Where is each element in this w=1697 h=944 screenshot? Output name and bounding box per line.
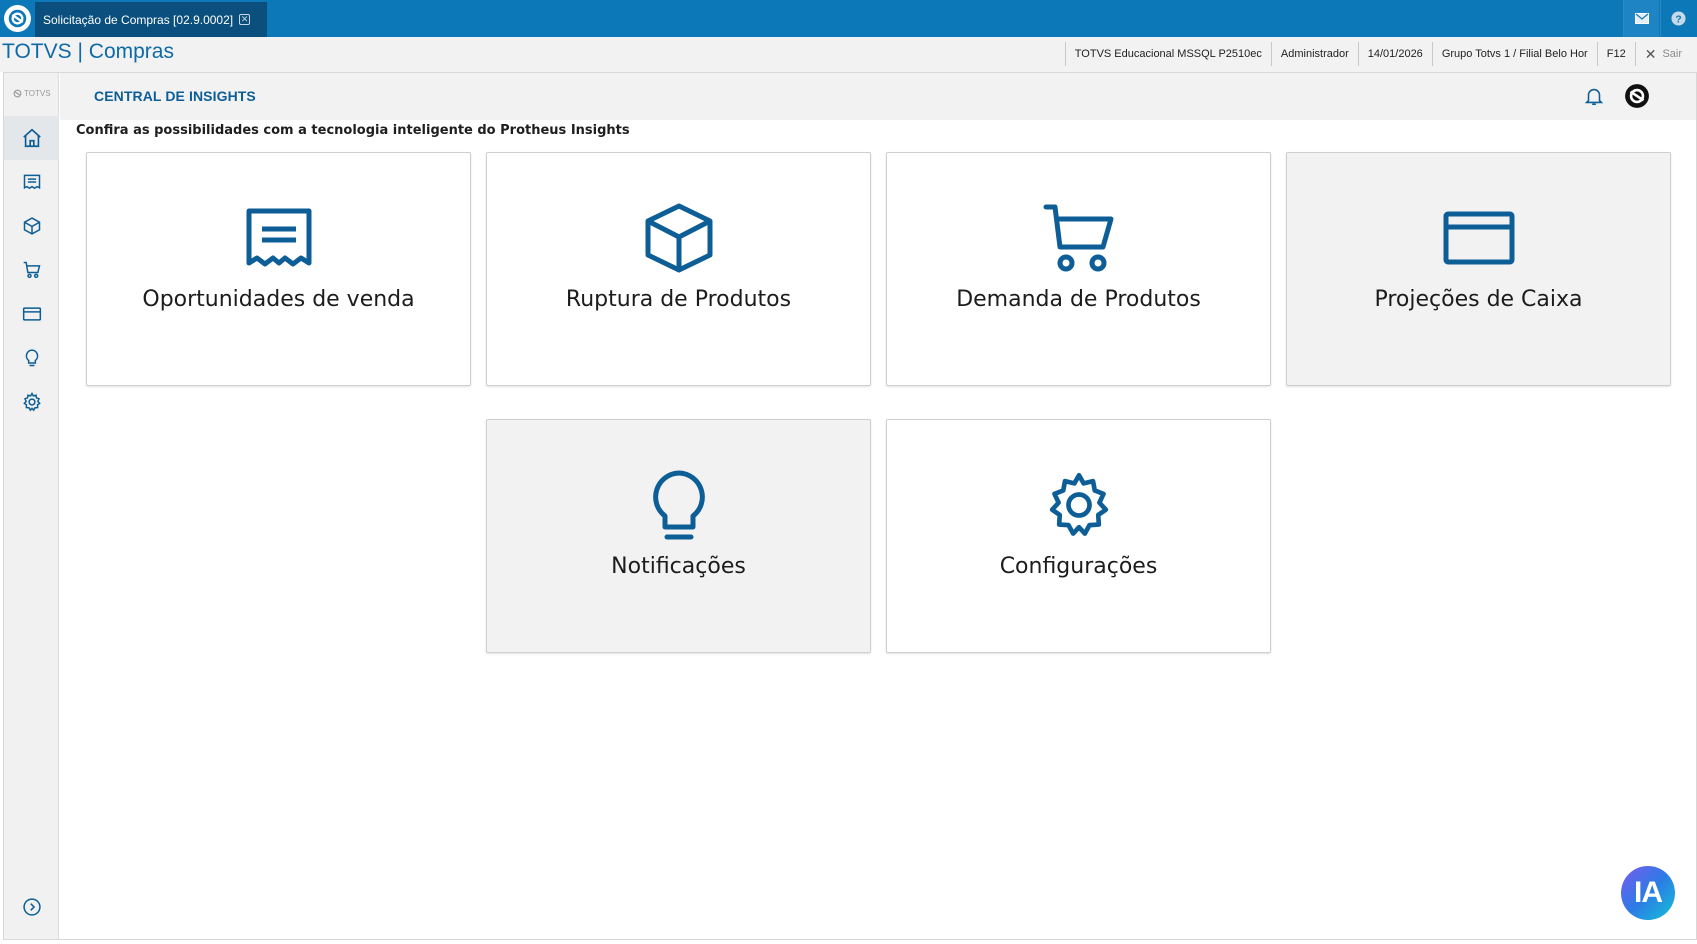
card-label: Projeções de Caixa	[1374, 287, 1583, 312]
page-title: CENTRAL DE INSIGHTS	[94, 88, 256, 104]
brand-name: TOTVS	[2, 40, 72, 63]
close-icon: ✕	[1644, 45, 1657, 62]
shortcut-label[interactable]: F12	[1596, 42, 1635, 66]
exit-button[interactable]: ✕ Sair	[1634, 42, 1691, 66]
card-product-demand[interactable]: Demanda de Produtos	[886, 152, 1271, 386]
receipt-icon	[23, 174, 40, 190]
cart-icon	[1042, 201, 1116, 275]
cart-icon	[23, 261, 40, 279]
app-header: TOTVS | Compras TOTVS Educacional MSSQL …	[0, 37, 1697, 72]
card-label: Configurações	[999, 554, 1158, 579]
sidebar: TOTVS	[4, 73, 59, 939]
brand-separator: |	[77, 40, 83, 63]
sidebar-expand-button[interactable]	[4, 885, 59, 929]
sidebar-item-notifications[interactable]	[4, 336, 59, 380]
exit-label: Sair	[1662, 48, 1682, 60]
lightbulb-icon	[25, 349, 38, 367]
chevron-right-circle-icon	[22, 898, 41, 916]
sidebar-logo: TOTVS	[13, 89, 51, 98]
page-subtitle: Confira as possibilidades com a tecnolog…	[76, 123, 630, 138]
card-label: Oportunidades de venda	[142, 287, 415, 312]
session-info: TOTVS Educacional MSSQL P2510ec Administ…	[1064, 42, 1691, 66]
card-notifications[interactable]: Notificações	[486, 419, 871, 653]
title-bar: Solicitação de Compras [02.9.0002] ✕ ?	[0, 0, 1697, 37]
sidebar-item-products[interactable]	[4, 204, 59, 248]
gear-icon	[1042, 468, 1116, 542]
sidebar-logo-text: TOTVS	[24, 89, 51, 98]
svg-text:?: ?	[1675, 14, 1681, 25]
bell-icon	[1584, 88, 1604, 106]
window-tab[interactable]: Solicitação de Compras [02.9.0002] ✕	[35, 2, 267, 37]
card-cash-projections[interactable]: Projeções de Caixa	[1286, 152, 1671, 386]
card-label: Notificações	[611, 554, 746, 579]
help-icon: ?	[1671, 11, 1686, 26]
sidebar-item-sales[interactable]	[4, 160, 59, 204]
environment-label[interactable]: TOTVS Educacional MSSQL P2510ec	[1064, 42, 1271, 66]
content-header: CENTRAL DE INSIGHTS	[60, 73, 1696, 120]
card-stock-rupture[interactable]: Ruptura de Produtos	[486, 152, 871, 386]
totvs-logo-icon	[4, 5, 31, 32]
card-icon	[1442, 201, 1516, 275]
totvs-small-logo-icon	[13, 89, 22, 98]
user-label[interactable]: Administrador	[1270, 42, 1358, 66]
gear-icon	[22, 392, 41, 412]
receipt-icon	[242, 201, 316, 275]
mail-button[interactable]	[1623, 0, 1659, 37]
sidebar-item-cash[interactable]	[4, 292, 59, 336]
totvs-profile-icon	[1625, 84, 1649, 108]
date-label[interactable]: 14/01/2026	[1357, 42, 1432, 66]
lightbulb-icon	[642, 468, 716, 542]
mail-icon	[1634, 13, 1649, 24]
home-icon	[22, 128, 41, 148]
card-label: Demanda de Produtos	[956, 287, 1201, 312]
box-icon	[23, 217, 40, 235]
profile-button[interactable]	[1623, 82, 1651, 110]
card-icon	[22, 307, 41, 321]
module-name: Compras	[88, 40, 174, 63]
branch-label[interactable]: Grupo Totvs 1 / Filial Belo Hor	[1431, 42, 1597, 66]
notifications-button[interactable]	[1581, 83, 1607, 109]
sidebar-item-demand[interactable]	[4, 248, 59, 292]
tab-close-icon[interactable]: ✕	[239, 14, 251, 25]
card-label: Ruptura de Produtos	[565, 287, 792, 312]
sidebar-item-home[interactable]	[4, 116, 59, 160]
ai-assistant-button[interactable]: IA	[1621, 866, 1675, 920]
box-icon	[642, 201, 716, 275]
brand: TOTVS | Compras	[2, 40, 174, 64]
sidebar-item-settings[interactable]	[4, 380, 59, 424]
card-settings[interactable]: Configurações	[886, 419, 1271, 653]
window-tab-title: Solicitação de Compras [02.9.0002]	[43, 12, 234, 27]
card-sales-opportunities[interactable]: Oportunidades de venda	[86, 152, 471, 386]
help-button[interactable]: ?	[1660, 0, 1696, 37]
